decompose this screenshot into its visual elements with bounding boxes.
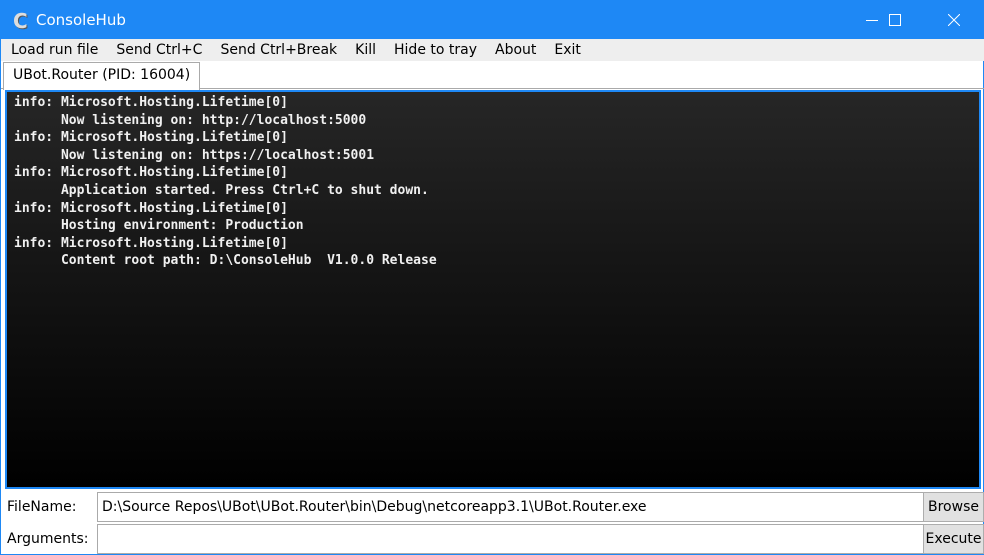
console-line: info: Microsoft.Hosting.Lifetime[0] — [14, 165, 288, 181]
browse-button[interactable]: Browse — [923, 492, 984, 522]
menu-load-run-file[interactable]: Load run file — [1, 39, 106, 61]
title-bar: C ConsoleHub — [1, 1, 984, 39]
maximize-button[interactable] — [872, 1, 918, 39]
filename-label: FileName: — [7, 499, 77, 515]
console-line: info: Microsoft.Hosting.Lifetime[0] — [14, 130, 288, 146]
tab-process[interactable]: UBot.Router (PID: 16004) — [3, 62, 201, 90]
menu-exit[interactable]: Exit — [544, 39, 589, 61]
console-line: info: Microsoft.Hosting.Lifetime[0] — [14, 200, 288, 216]
menu-bar: Load run file Send Ctrl+C Send Ctrl+Brea… — [1, 39, 984, 61]
console-line: Application started. Press Ctrl+C to shu… — [14, 182, 429, 198]
console-output[interactable]: info: Microsoft.Hosting.Lifetime[0] Now … — [5, 90, 981, 489]
menu-send-ctrl-break[interactable]: Send Ctrl+Break — [210, 39, 345, 61]
console-line: info: Microsoft.Hosting.Lifetime[0] — [14, 95, 288, 110]
arguments-row: Arguments: Execute — [1, 523, 984, 555]
menu-kill[interactable]: Kill — [345, 39, 384, 61]
close-icon — [948, 14, 960, 26]
window-title: ConsoleHub — [36, 11, 126, 29]
menu-hide-to-tray[interactable]: Hide to tray — [384, 39, 485, 61]
console-line: Now listening on: https://localhost:5001 — [14, 147, 375, 163]
console-line: Now listening on: http://localhost:5000 — [14, 112, 367, 128]
menu-about[interactable]: About — [485, 39, 544, 61]
app-logo-icon: C — [13, 9, 28, 33]
filename-row: FileName: D:\Source Repos\UBot\UBot.Rout… — [1, 491, 984, 523]
tab-strip: UBot.Router (PID: 16004) — [1, 61, 984, 90]
arguments-label: Arguments: — [7, 531, 89, 547]
execute-button[interactable]: Execute — [923, 524, 984, 554]
maximize-icon — [889, 14, 901, 26]
close-button[interactable] — [931, 1, 977, 39]
console-line: Content root path: D:\ConsoleHub V1.0.0 … — [14, 253, 437, 269]
menu-send-ctrl-c[interactable]: Send Ctrl+C — [106, 39, 210, 61]
filename-input[interactable]: D:\Source Repos\UBot\UBot.Router\bin\Deb… — [97, 492, 924, 522]
console-line: Hosting environment: Production — [14, 218, 304, 234]
console-line: info: Microsoft.Hosting.Lifetime[0] — [14, 235, 288, 251]
arguments-input[interactable] — [97, 524, 924, 554]
